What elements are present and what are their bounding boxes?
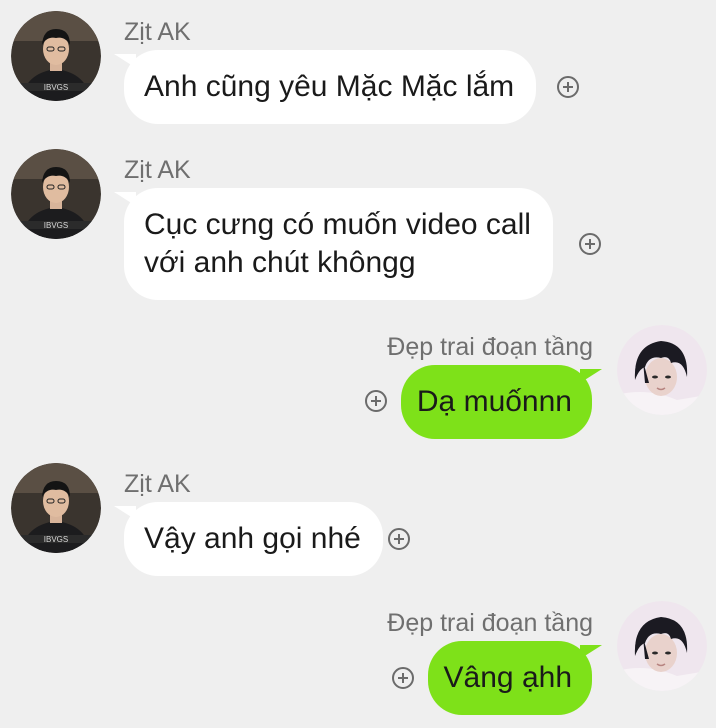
sender-avatar[interactable] — [617, 601, 707, 691]
add-reaction-icon[interactable] — [392, 667, 414, 689]
message-bubble[interactable]: Vậy anh gọi nhé — [114, 502, 383, 576]
sender-name: Zịt AK — [124, 470, 191, 498]
sender-avatar[interactable] — [617, 325, 707, 415]
sender-name: Đẹp trai đoạn tầng — [387, 609, 593, 637]
sender-avatar[interactable]: IBVGS — [11, 11, 101, 101]
message-bubble[interactable]: Vâng ạhh — [427, 641, 603, 715]
message-text: Cục cưng có muốn video call — [144, 208, 531, 241]
message-text: Vâng ạhh — [443, 661, 572, 694]
message-text: Anh cũng yêu Mặc Mặc lắm — [144, 70, 515, 103]
message-bubble[interactable]: Dạ muốnnn — [400, 365, 603, 439]
sender-avatar[interactable]: IBVGS — [11, 463, 101, 553]
message-text: Vậy anh gọi nhé — [144, 522, 361, 555]
add-reaction-icon[interactable] — [388, 528, 410, 550]
message-text: với anh chút khôngg — [144, 246, 416, 279]
add-reaction-icon[interactable] — [557, 76, 579, 98]
sender-name: Zịt AK — [124, 156, 191, 184]
sender-name: Zịt AK — [124, 18, 191, 46]
sender-name: Đẹp trai đoạn tầng — [387, 333, 593, 361]
message-bubble[interactable]: Anh cũng yêu Mặc Mặc lắm — [113, 50, 537, 124]
message-text: Dạ muốnnn — [416, 385, 572, 418]
add-reaction-icon[interactable] — [365, 390, 387, 412]
svg-text:IBVGS: IBVGS — [44, 535, 68, 544]
svg-text:IBVGS: IBVGS — [44, 221, 68, 230]
chat-thread: IBVGS Zịt AK Anh cũng yêu Mặc Mặc lắm IB… — [0, 0, 716, 728]
svg-text:IBVGS: IBVGS — [44, 83, 68, 92]
sender-avatar[interactable]: IBVGS — [11, 149, 101, 239]
message-bubble[interactable]: Cục cưng có muốn video call với anh chút… — [114, 188, 553, 300]
add-reaction-icon[interactable] — [579, 233, 601, 255]
